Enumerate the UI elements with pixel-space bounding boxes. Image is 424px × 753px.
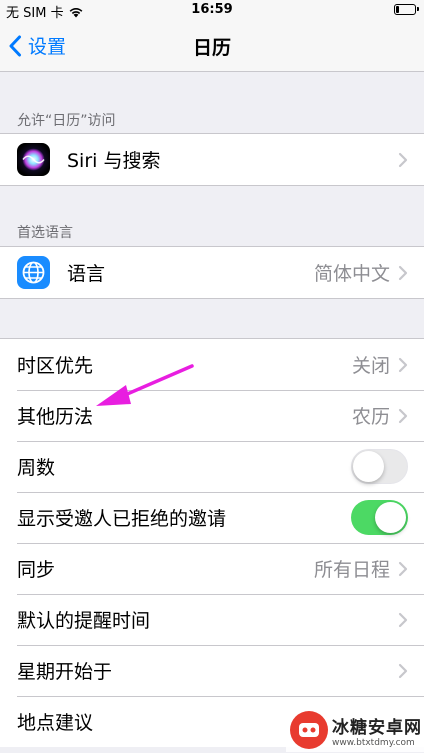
default-alert-times-label: 默认的提醒时间 xyxy=(17,610,151,632)
chevron-right-icon xyxy=(398,408,408,423)
show-declined-row: 显示受邀人已拒绝的邀请 xyxy=(0,492,424,543)
status-bar: 无 SIM 卡 16:59 xyxy=(0,0,424,21)
show-declined-toggle[interactable] xyxy=(351,500,408,535)
timezone-override-label: 时区优先 xyxy=(17,355,94,377)
siri-icon xyxy=(17,143,50,176)
globe-icon xyxy=(17,256,50,289)
alternate-calendars-label: 其他历法 xyxy=(17,406,94,428)
timezone-override-row[interactable]: 时区优先 关闭 xyxy=(0,339,424,390)
status-time: 16:59 xyxy=(191,2,233,17)
sync-label: 同步 xyxy=(17,559,56,581)
watermark-text: 冰糖安卓网 www.btxtdmy.com xyxy=(332,713,422,748)
chevron-right-icon xyxy=(398,357,408,372)
toggle-knob xyxy=(375,502,406,533)
sync-row[interactable]: 同步 所有日程 xyxy=(0,543,424,594)
start-week-on-row[interactable]: 星期开始于 xyxy=(0,645,424,696)
sync-value: 所有日程 xyxy=(313,559,390,581)
week-numbers-toggle[interactable] xyxy=(351,449,408,484)
toggle-knob xyxy=(353,450,384,482)
show-declined-label: 显示受邀人已拒绝的邀请 xyxy=(17,508,227,530)
section-header-language: 首选语言 xyxy=(17,225,73,241)
chevron-right-icon xyxy=(398,663,408,678)
language-row[interactable]: 语言 简体中文 xyxy=(0,247,424,298)
page-title: 日历 xyxy=(192,37,231,59)
site-watermark: 冰糖安卓网 www.btxtdmy.com xyxy=(286,708,424,752)
watermark-title: 冰糖安卓网 xyxy=(332,717,422,738)
language-group: 语言 简体中文 xyxy=(0,246,424,299)
chevron-right-icon xyxy=(398,152,408,167)
battery-level xyxy=(396,6,399,13)
section-header-access: 允许“日历”访问 xyxy=(17,113,116,129)
watermark-url: www.btxtdmy.com xyxy=(332,737,415,748)
alternate-calendars-value: 农历 xyxy=(351,406,390,428)
week-numbers-row: 周数 xyxy=(0,441,424,492)
timezone-override-value: 关闭 xyxy=(351,355,390,377)
siri-search-row[interactable]: Siri 与搜索 xyxy=(0,134,424,185)
chevron-right-icon xyxy=(398,612,408,627)
calendar-settings-group: 时区优先 关闭 其他历法 农历 周数 显示受邀人已拒绝的邀请 同步 所有日程 默… xyxy=(0,338,424,747)
language-value: 简体中文 xyxy=(313,263,390,285)
chevron-right-icon xyxy=(398,265,408,280)
alternate-calendars-row[interactable]: 其他历法 农历 xyxy=(0,390,424,441)
watermark-logo-icon xyxy=(290,711,328,749)
chevron-right-icon xyxy=(398,561,408,576)
battery-icon xyxy=(394,4,419,15)
siri-search-label: Siri 与搜索 xyxy=(67,150,161,172)
navigation-bar: 设置 日历 xyxy=(0,20,424,72)
default-alert-times-row[interactable]: 默认的提醒时间 xyxy=(0,594,424,645)
language-label: 语言 xyxy=(67,263,106,285)
start-week-on-label: 星期开始于 xyxy=(17,661,113,683)
access-group: Siri 与搜索 xyxy=(0,133,424,186)
week-numbers-label: 周数 xyxy=(17,457,56,479)
